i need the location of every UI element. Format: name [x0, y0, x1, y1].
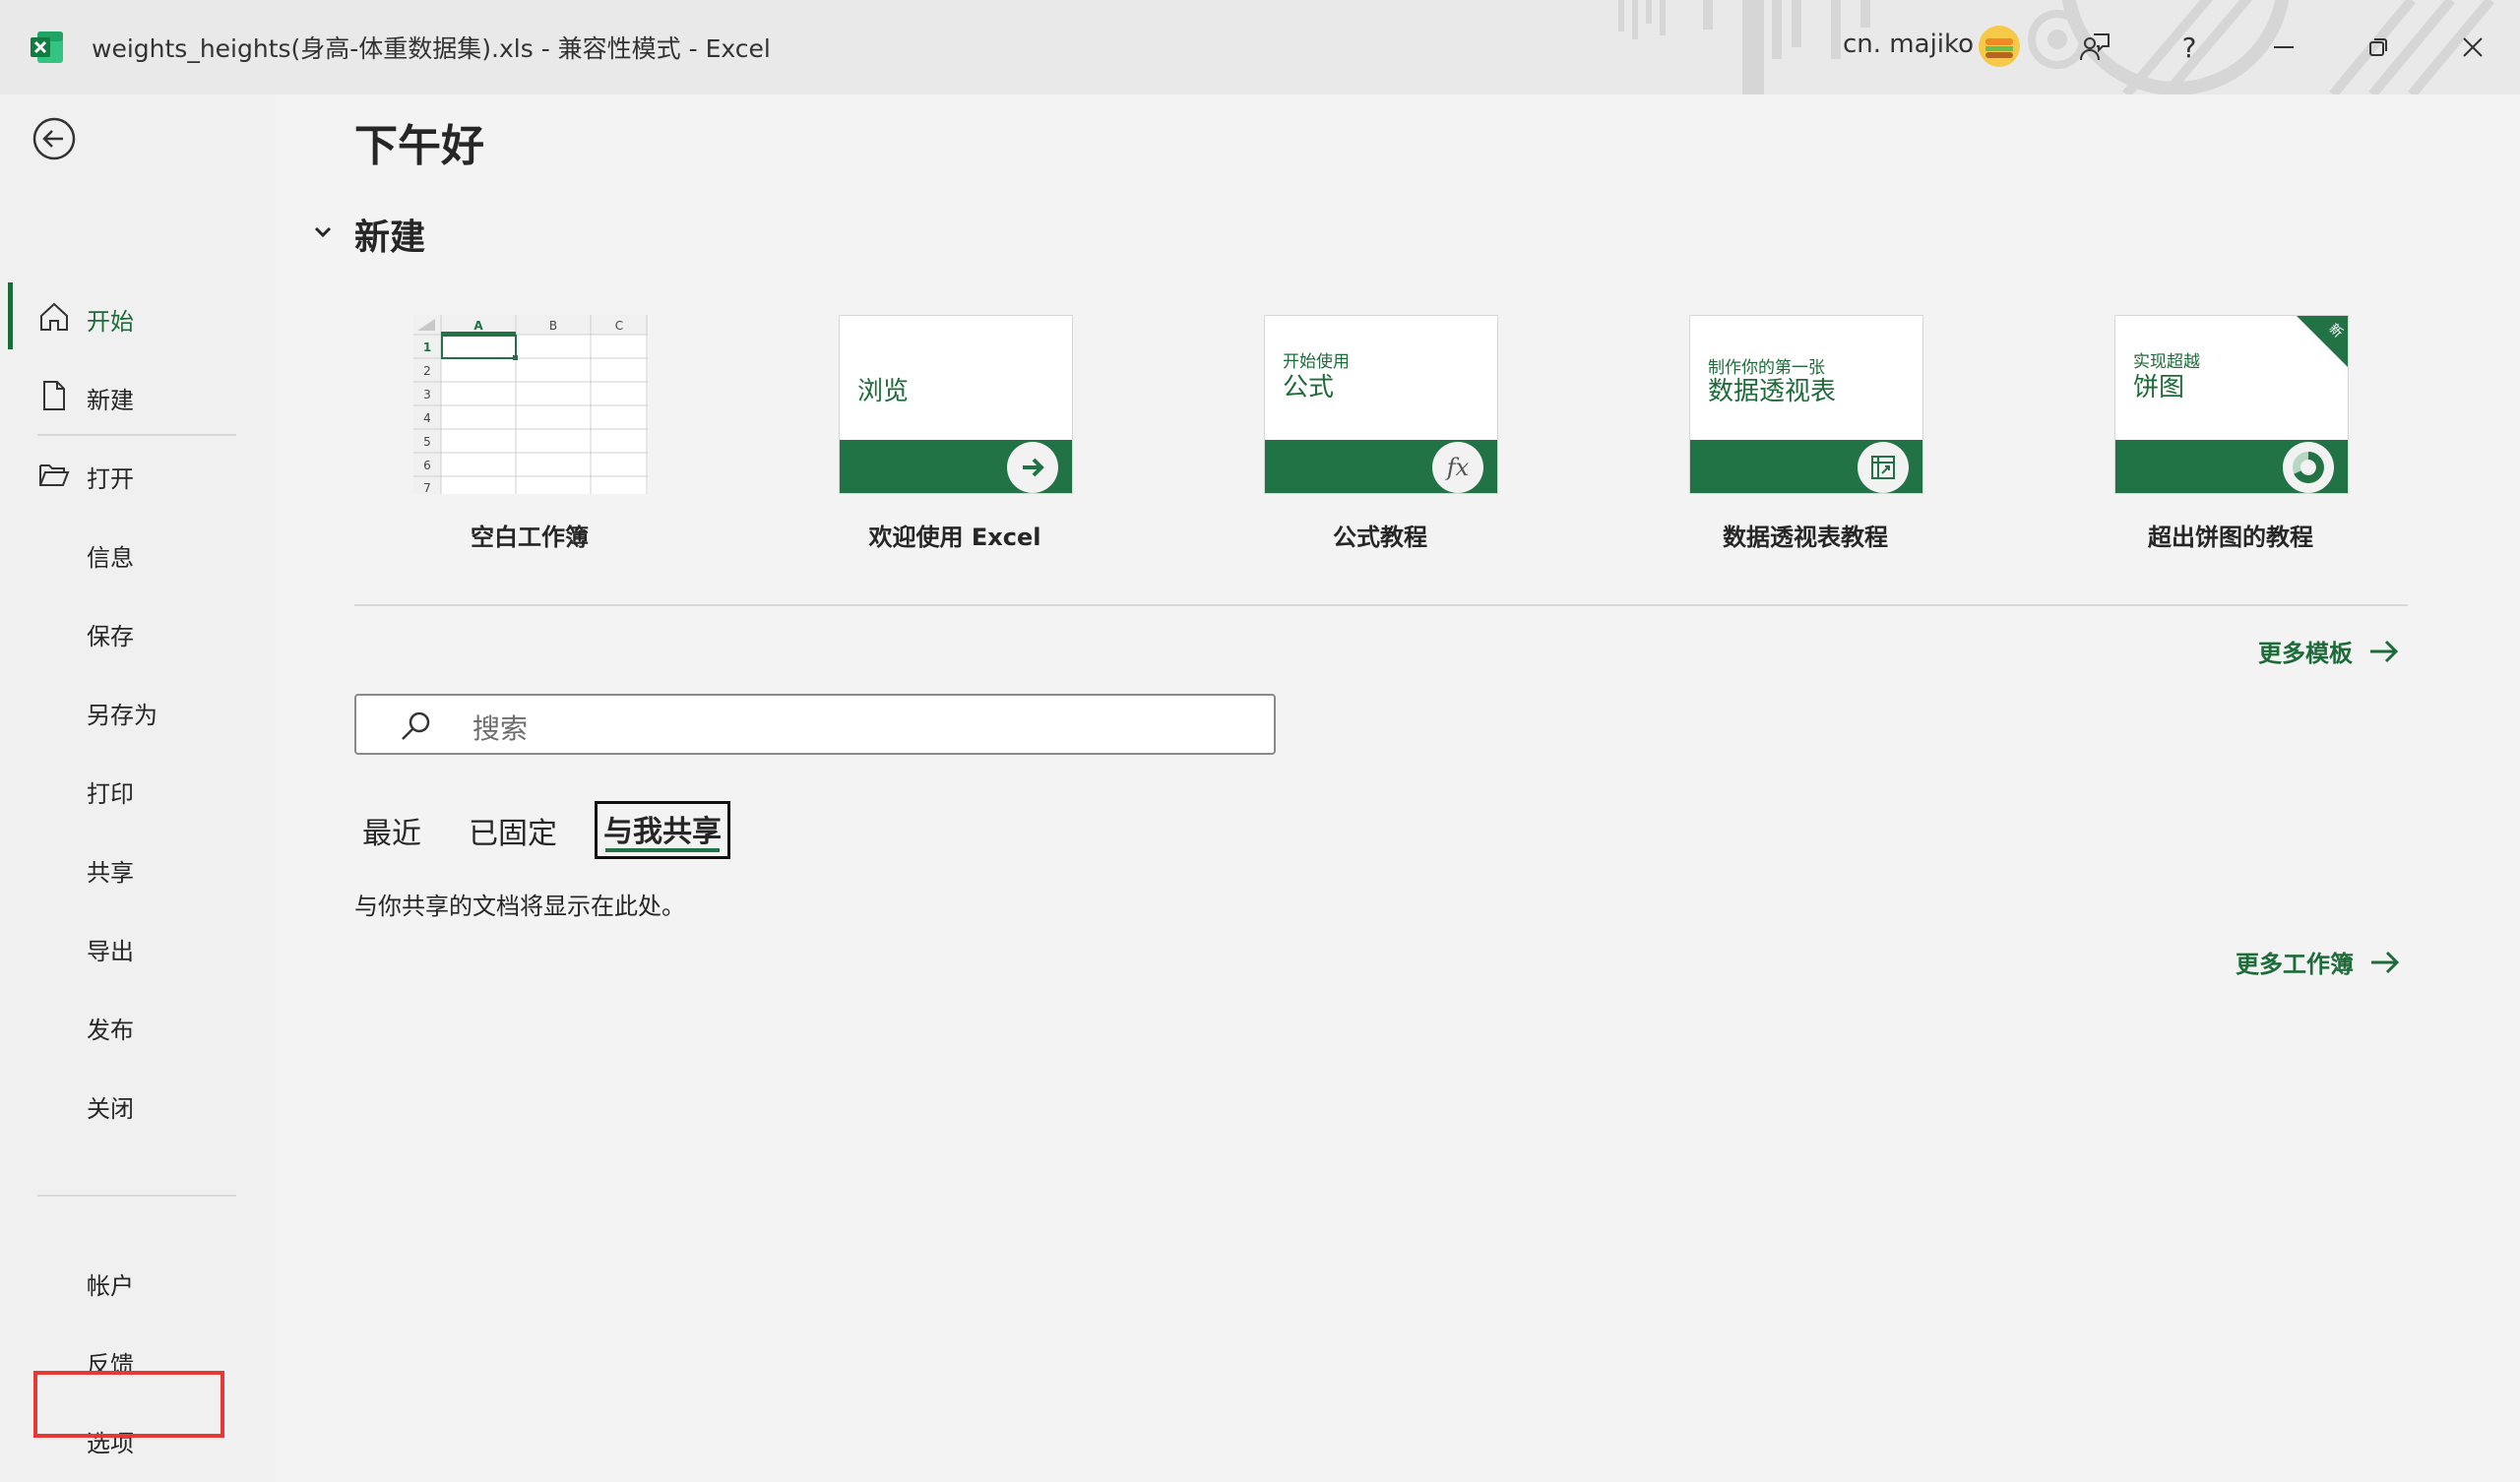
template-caption: 数据透视表教程: [1723, 524, 1888, 551]
sidebar-item-close[interactable]: 关闭: [10, 1072, 268, 1135]
donut-chart-icon: [2283, 442, 2334, 493]
sidebar-item-label: 保存: [87, 623, 134, 650]
sidebar-item-label: 发布: [87, 1017, 134, 1044]
search-placeholder: 搜索: [472, 712, 529, 745]
template-thumbnail: 新 实现超越 饼图: [2114, 315, 2349, 494]
sidebar-item-label: 开始: [87, 308, 134, 336]
section-title-new: 新建: [354, 217, 426, 258]
fx-icon: fx: [1432, 442, 1483, 493]
options-highlight-box: [33, 1371, 224, 1438]
grid-row-header: 3: [423, 388, 431, 401]
sidebar-item-label: 帐户: [87, 1272, 134, 1300]
grid-row-header: 4: [423, 411, 431, 425]
tab-pinned[interactable]: 已固定: [469, 809, 557, 852]
chevron-down-icon[interactable]: [311, 220, 335, 244]
home-icon: [40, 302, 68, 331]
close-icon[interactable]: [2449, 24, 2496, 71]
sidebar-item-home[interactable]: 开始: [10, 284, 268, 347]
grid-row-header: 1: [423, 340, 431, 354]
sidebar-item-label: 打印: [87, 780, 134, 808]
pivot-table-icon: [1858, 442, 1909, 493]
sidebar-item-label: 关闭: [87, 1095, 134, 1123]
more-workbooks-label: 更多工作簿: [2236, 951, 2354, 978]
sidebar-item-label: 导出: [87, 938, 134, 965]
template-thumb-title: 饼图: [2133, 373, 2185, 402]
empty-state-message: 与你共享的文档将显示在此处。: [354, 893, 685, 920]
sidebar-item-save-as[interactable]: 另存为: [10, 678, 268, 741]
tab-label: 与我共享: [603, 815, 722, 849]
more-templates-link[interactable]: 更多模板: [2258, 634, 2400, 668]
arrow-right-icon: [1007, 442, 1058, 493]
sidebar-item-label: 打开: [87, 465, 134, 493]
tab-active-underline: [605, 848, 720, 852]
help-icon[interactable]: ?: [2166, 24, 2213, 71]
grid-row-header: 5: [423, 435, 431, 449]
sidebar-item-account[interactable]: 帐户: [10, 1249, 268, 1312]
sidebar-divider: [37, 434, 236, 436]
sidebar-item-print[interactable]: 打印: [10, 757, 268, 820]
template-thumbnail: 制作你的第一张 数据透视表: [1689, 315, 1923, 494]
sidebar-item-share[interactable]: 共享: [10, 835, 268, 898]
arrow-right-icon: [2371, 951, 2400, 973]
restore-icon[interactable]: [2355, 24, 2402, 71]
account-username[interactable]: cn. majiko: [1843, 30, 1974, 59]
sidebar-item-label: 另存为: [87, 702, 158, 729]
document-title: weights_heights(身高-体重数据集).xls - 兼容性模式 - …: [92, 34, 771, 63]
sidebar-item-new[interactable]: 新建: [10, 363, 268, 426]
greeting: 下午好: [354, 121, 484, 171]
spreadsheet-grid-icon: A B C 1 2 3 4 5 6 7: [413, 315, 648, 494]
avatar[interactable]: [1978, 25, 2021, 68]
backstage-main: 下午好 新建 A B C 1 2 3 4 5 6 7 空白工作簿 浏览 欢迎使用…: [276, 94, 2520, 1482]
template-caption: 欢迎使用 Excel: [868, 524, 1041, 551]
template-thumbnail: 浏览: [839, 315, 1073, 494]
more-templates-label: 更多模板: [2258, 640, 2353, 667]
template-caption: 超出饼图的教程: [2148, 524, 2313, 551]
minimize-icon[interactable]: [2260, 24, 2307, 71]
template-caption: 公式教程: [1333, 524, 1427, 551]
open-folder-icon: [39, 464, 70, 486]
sidebar-item-export[interactable]: 导出: [10, 914, 268, 977]
new-badge: 新: [2297, 316, 2348, 367]
arrow-right-icon: [2370, 640, 2399, 662]
backstage-sidebar: 开始 新建 打开 信息 保存 另存为 打印 共享 导出 发布 关闭 帐户 反馈 …: [0, 94, 276, 1482]
sidebar-item-label: 信息: [87, 544, 134, 572]
new-document-icon: [43, 381, 65, 410]
template-thumbnail: A B C 1 2 3 4 5 6 7: [413, 315, 648, 494]
sidebar-item-info[interactable]: 信息: [10, 521, 268, 584]
feedback-icon[interactable]: [2071, 24, 2118, 71]
sidebar-item-publish[interactable]: 发布: [10, 993, 268, 1056]
template-caption: 空白工作簿: [471, 524, 589, 551]
grid-col-header: C: [615, 319, 623, 333]
back-arrow-icon[interactable]: [32, 116, 77, 161]
template-thumb-title: 数据透视表: [1708, 377, 1837, 406]
template-thumbnail: 开始使用 公式 fx: [1264, 315, 1498, 494]
tab-recent[interactable]: 最近: [362, 809, 421, 852]
sidebar-item-open[interactable]: 打开: [10, 442, 268, 505]
sidebar-item-label: 新建: [87, 387, 134, 414]
excel-logo-icon: [31, 31, 63, 63]
section-divider: [354, 604, 2408, 606]
grid-row-header: 7: [423, 481, 431, 494]
search-icon: [402, 711, 430, 740]
search-input[interactable]: 搜索: [354, 694, 1276, 755]
grid-col-header: A: [473, 319, 483, 333]
title-bar: weights_heights(身高-体重数据集).xls - 兼容性模式 - …: [0, 0, 2520, 94]
template-thumb-title: 浏览: [857, 377, 910, 406]
sidebar-item-save[interactable]: 保存: [10, 599, 268, 662]
tab-shared-with-me[interactable]: 与我共享: [595, 801, 730, 859]
more-workbooks-link[interactable]: 更多工作簿: [2236, 945, 2401, 979]
grid-row-header: 6: [423, 459, 431, 472]
template-thumb-title: 公式: [1283, 373, 1335, 402]
sidebar-divider: [37, 1195, 236, 1197]
sidebar-item-label: 共享: [87, 859, 134, 887]
grid-col-header: B: [549, 319, 557, 333]
grid-row-header: 2: [423, 364, 431, 378]
